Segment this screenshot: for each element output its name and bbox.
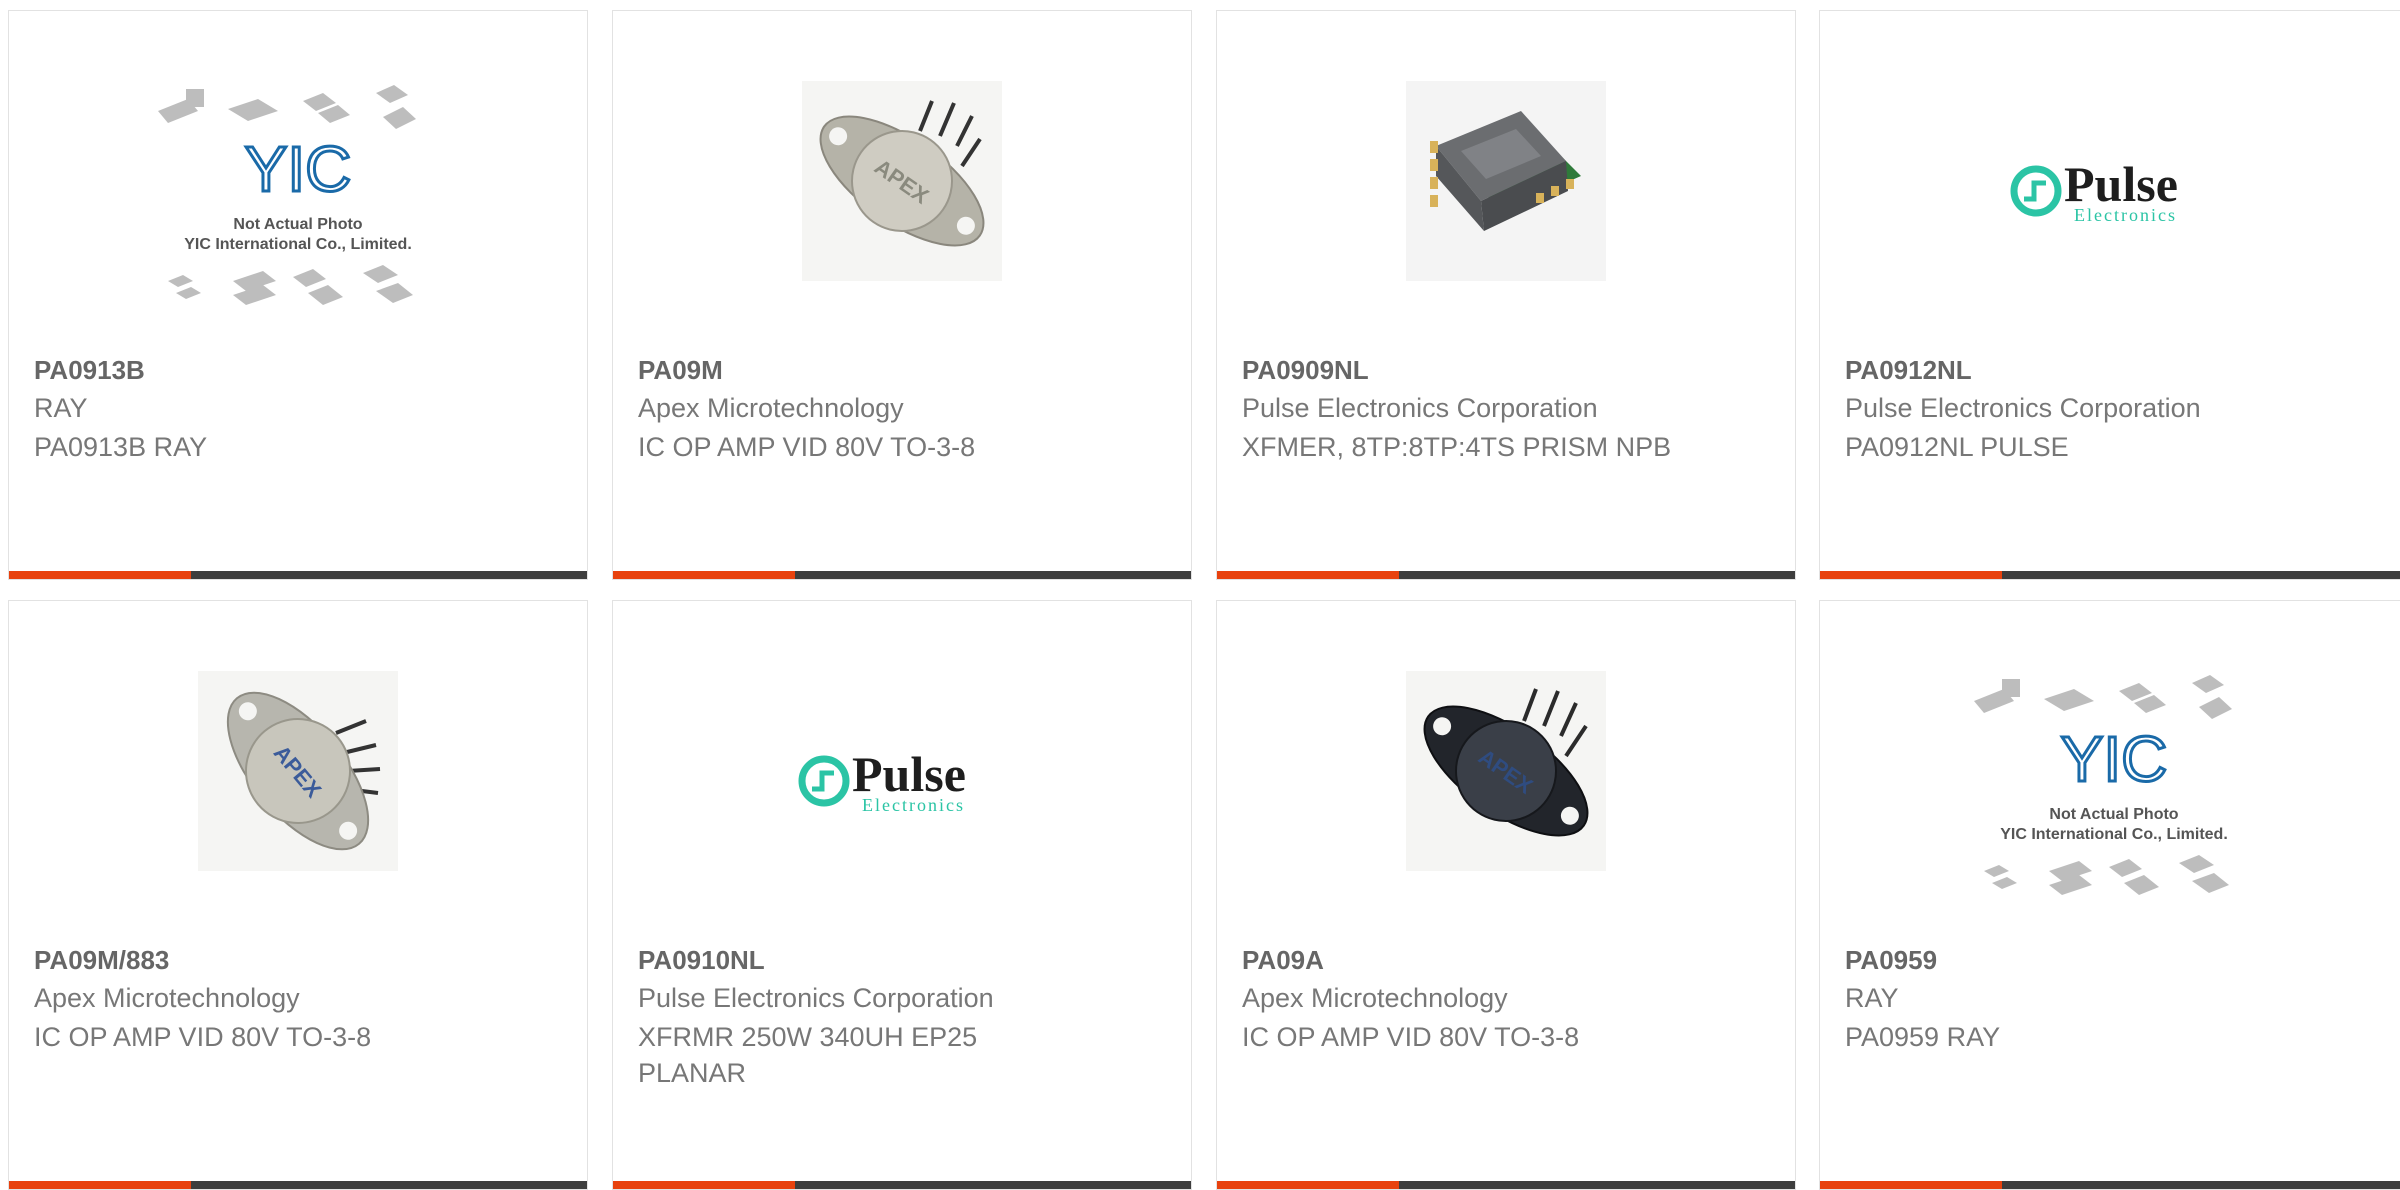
part-description: IC OP AMP VID 80V TO-3-8	[1242, 1022, 1580, 1052]
card-footer-accent	[1820, 571, 2002, 579]
product-card[interactable]: APEX PA09M Apex Microtechnology IC OP AM…	[612, 10, 1192, 580]
product-image: APEX	[613, 81, 1191, 351]
card-footer-bar	[1217, 571, 1795, 579]
svg-text:Not Actual Photo: Not Actual Photo	[233, 216, 362, 233]
manufacturer-name: RAY	[1845, 983, 1899, 1013]
product-image: Pulse Electronics	[1820, 81, 2400, 351]
product-grid: YIC Not Actual Photo YIC International C…	[0, 0, 2400, 1190]
card-footer-accent	[613, 1181, 795, 1189]
to3-package-image: APEX	[1406, 671, 1606, 871]
part-description: IC OP AMP VID 80V TO-3-8	[34, 1022, 372, 1052]
part-number[interactable]: PA0909NL	[1242, 355, 1369, 386]
yic-placeholder-image: YIC Not Actual Photo YIC International C…	[158, 85, 416, 305]
card-footer-accent	[9, 571, 191, 579]
product-image: APEX	[9, 671, 587, 941]
card-footer-accent	[1217, 571, 1399, 579]
part-number[interactable]: PA0959	[1845, 945, 1937, 976]
part-number[interactable]: PA09A	[1242, 945, 1324, 976]
svg-text:YIC: YIC	[245, 133, 352, 205]
part-description: XFMER, 8TP:8TP:4TS PRISM NPB	[1242, 432, 1672, 462]
part-description: XFRMR 250W 340UH EP25 PLANAR	[638, 1022, 978, 1088]
product-card[interactable]: PA0909NL Pulse Electronics Corporation X…	[1216, 10, 1796, 580]
product-card[interactable]: YIC Not Actual Photo YIC International C…	[8, 10, 588, 580]
manufacturer-name: Apex Microtechnology	[638, 393, 904, 423]
card-footer-bar	[1820, 1181, 2400, 1189]
part-description: PA0959 RAY	[1845, 1022, 2001, 1052]
card-footer-bar	[613, 571, 1191, 579]
svg-text:Pulse: Pulse	[2064, 156, 2178, 212]
card-footer-accent	[1820, 1181, 2002, 1189]
manufacturer-name: Apex Microtechnology	[34, 983, 300, 1013]
part-number[interactable]: PA09M/883	[34, 945, 169, 976]
card-footer-bar	[9, 1181, 587, 1189]
card-footer-bar	[1217, 1181, 1795, 1189]
smd-transformer-image	[1406, 81, 1606, 281]
product-image	[1217, 81, 1795, 351]
card-footer-accent	[1217, 1181, 1399, 1189]
part-number[interactable]: PA0910NL	[638, 945, 765, 976]
manufacturer-name: Pulse Electronics Corporation	[638, 983, 994, 1013]
svg-text:Electronics: Electronics	[862, 795, 965, 815]
manufacturer-name: Apex Microtechnology	[1242, 983, 1508, 1013]
manufacturer-name: Pulse Electronics Corporation	[1845, 393, 2201, 423]
svg-text:Not Actual Photo: Not Actual Photo	[2049, 806, 2178, 823]
card-footer-bar	[1820, 571, 2400, 579]
svg-text:Pulse: Pulse	[852, 746, 966, 802]
svg-text:YIC International Co., Limited: YIC International Co., Limited.	[184, 236, 412, 253]
product-card[interactable]: APEX PA09M/883 Apex Microtechnology IC O…	[8, 600, 588, 1190]
to3-package-image: APEX	[802, 81, 1002, 281]
part-description: PA0912NL PULSE	[1845, 432, 2069, 462]
part-number[interactable]: PA09M	[638, 355, 723, 386]
card-footer-accent	[613, 571, 795, 579]
card-footer-bar	[613, 1181, 1191, 1189]
product-card[interactable]: APEX PA09A Apex Microtechnology IC OP AM…	[1216, 600, 1796, 1190]
manufacturer-name: Pulse Electronics Corporation	[1242, 393, 1598, 423]
part-number[interactable]: PA0912NL	[1845, 355, 1972, 386]
manufacturer-name: RAY	[34, 393, 88, 423]
product-image: APEX	[1217, 671, 1795, 941]
part-number[interactable]: PA0913B	[34, 355, 145, 386]
product-card[interactable]: Pulse Electronics PA0912NL Pulse Electro…	[1819, 10, 2400, 580]
card-footer-bar	[9, 571, 587, 579]
product-image: YIC Not Actual Photo YIC International C…	[9, 81, 587, 351]
pulse-logo-image: Pulse Electronics	[2010, 156, 2178, 225]
svg-text:YIC: YIC	[2061, 723, 2168, 795]
product-image: YIC Not Actual Photo YIC International C…	[1820, 671, 2400, 941]
part-description: IC OP AMP VID 80V TO-3-8	[638, 432, 976, 462]
svg-text:Electronics: Electronics	[2074, 205, 2177, 225]
part-description: PA0913B RAY	[34, 432, 208, 462]
to3-package-image: APEX	[198, 671, 398, 871]
yic-placeholder-image: YIC Not Actual Photo YIC International C…	[1974, 675, 2232, 895]
product-card[interactable]: Pulse Electronics PA0910NL Pulse Electro…	[612, 600, 1192, 1190]
svg-text:YIC International Co., Limited: YIC International Co., Limited.	[2000, 826, 2228, 843]
product-image: Pulse Electronics	[613, 671, 1191, 941]
card-footer-accent	[9, 1181, 191, 1189]
product-card[interactable]: YIC Not Actual Photo YIC International C…	[1819, 600, 2400, 1190]
pulse-logo-image: Pulse Electronics	[798, 746, 966, 815]
